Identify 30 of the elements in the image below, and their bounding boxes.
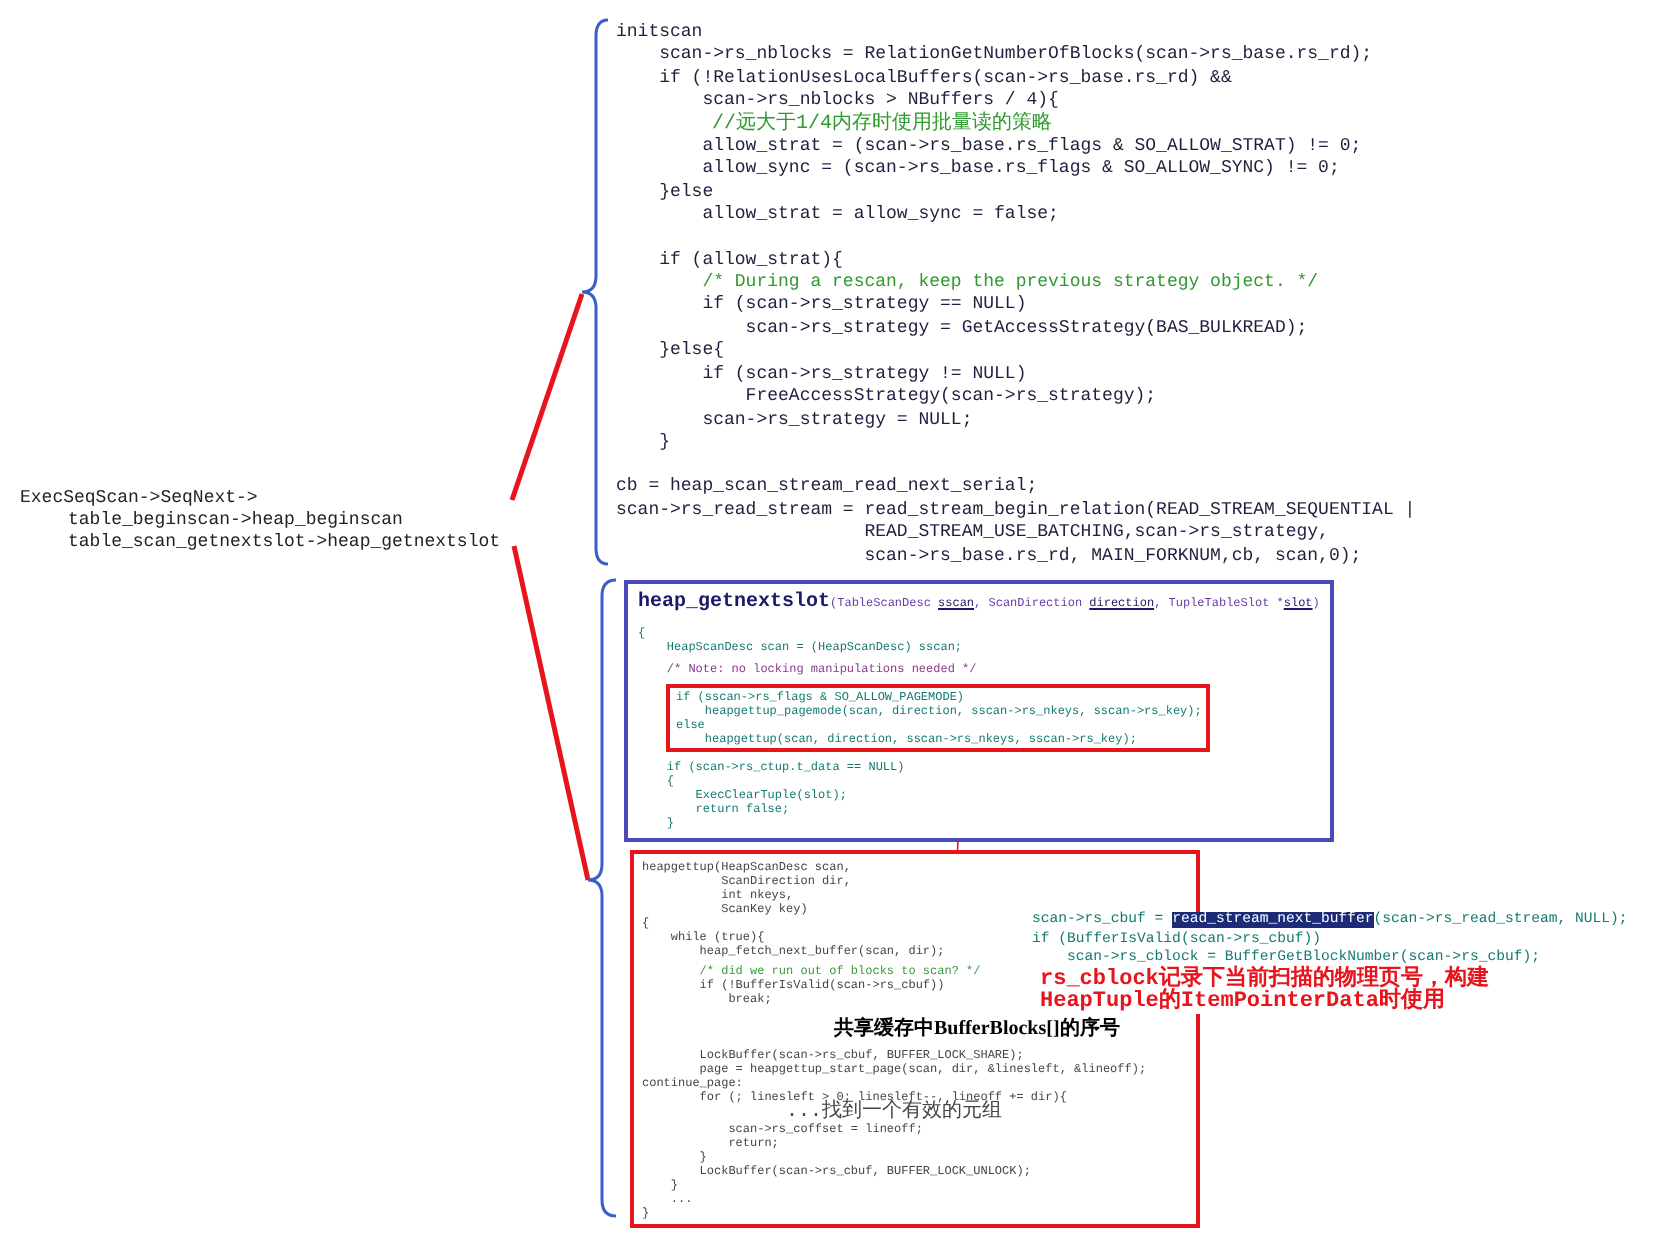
code-line: cb = heap_scan_stream_read_next_serial; — [616, 476, 1038, 500]
code-line: ...找到一个有效的元组 — [786, 1104, 1003, 1122]
code-line: READ_STREAM_USE_BATCHING,scan->rs_strategy, — [862, 522, 1329, 546]
code-line: if (allow_strat){ — [657, 249, 843, 273]
code-line: allow_strat = (scan->rs_base.rs_flags & SO_ALLOW_STRAT) != 0; — [700, 136, 1362, 159]
code-line: }else{ — [657, 340, 725, 364]
code-line: allow_strat = allow_sync = false; — [700, 204, 1059, 228]
call-chain-text: ExecSeqScan->SeqNext-> — [20, 488, 258, 510]
function-name: heap_getnextslot — [638, 589, 831, 618]
call-chain-text: table_beginscan->heap_beginscan — [68, 510, 403, 532]
code-line: } — [657, 431, 671, 455]
annotation-note: HeapTuple的ItemPointerData时使用 — [1040, 991, 1445, 1013]
code-line: scan->rs_strategy = NULL; — [700, 409, 973, 432]
annotation-note: rs_cblock记录下当前扫描的物理页号，构建 — [1040, 969, 1489, 991]
code-line: allow_sync = (scan->rs_base.rs_flags & SO_ALLOW_SYNC) != 0; — [700, 158, 1340, 182]
code-comment: /* During a rescan, keep the previous strategy object. */ — [700, 272, 1319, 295]
call-chain-text: table_scan_getnextslot->heap_getnextslot — [68, 532, 501, 554]
code-line: scan->rs_nblocks = RelationGetNumberOfBlocks(scan->rs_base.rs_rd); — [657, 44, 1373, 68]
code-line: }else — [657, 181, 714, 205]
code-line: scan->rs_nblocks > NBuffers / 4){ — [700, 90, 1059, 111]
code-line: if (!RelationUsesLocalBuffers(scan->rs_base.rs_rd) && — [657, 67, 1232, 91]
code-comment: //远大于1/4内存时使用批量读的策略 — [710, 113, 1053, 137]
caption: 共享缓存中BufferBlocks[]的序号 — [834, 1018, 1120, 1042]
code-line: FreeAccessStrategy(scan->rs_strategy); — [743, 386, 1157, 409]
code-line: scan->rs_base.rs_rd, MAIN_FORKNUM,cb, scan,0); — [862, 545, 1362, 568]
code-line: initscan — [616, 22, 703, 45]
code-line: if (scan->rs_strategy != NULL) — [700, 363, 1027, 387]
code-line: scan->rs_read_stream = read_stream_begin_relation(READ_STREAM_SEQUENTIAL | — [616, 499, 1416, 523]
code-line: scan->rs_strategy = GetAccessStrategy(BAS_BULKREAD); — [743, 317, 1308, 341]
code-line: if (scan->rs_strategy == NULL) — [700, 294, 1027, 318]
